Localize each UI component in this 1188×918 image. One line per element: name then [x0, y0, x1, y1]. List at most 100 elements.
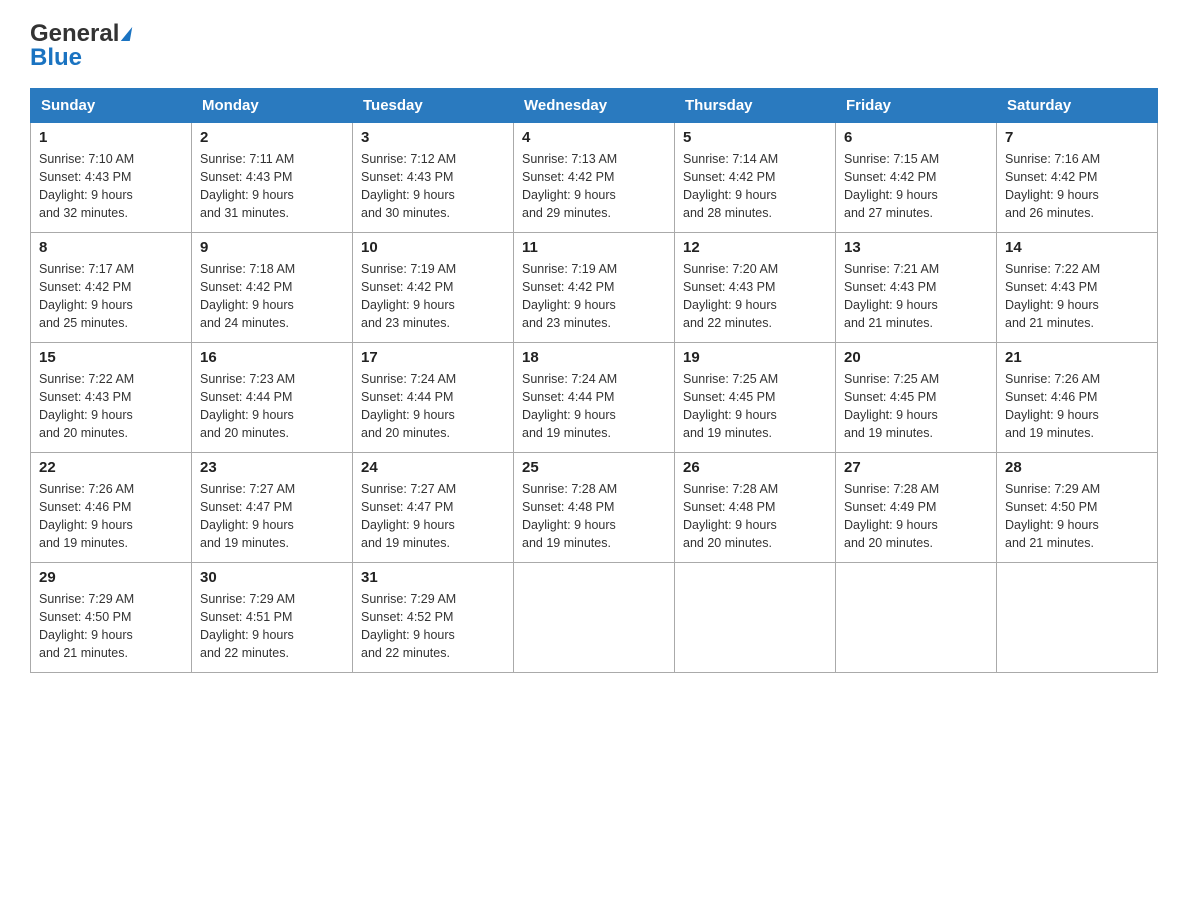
day-number: 5	[683, 129, 827, 146]
day-info: Sunrise: 7:11 AMSunset: 4:43 PMDaylight:…	[200, 150, 344, 223]
day-info: Sunrise: 7:13 AMSunset: 4:42 PMDaylight:…	[522, 150, 666, 223]
day-info: Sunrise: 7:19 AMSunset: 4:42 PMDaylight:…	[522, 260, 666, 333]
logo-triangle	[121, 27, 132, 41]
calendar-cell: 22 Sunrise: 7:26 AMSunset: 4:46 PMDayligh…	[31, 453, 192, 563]
week-row-4: 22 Sunrise: 7:26 AMSunset: 4:46 PMDayligh…	[31, 453, 1158, 563]
calendar-cell: 31 Sunrise: 7:29 AMSunset: 4:52 PMDayligh…	[353, 563, 514, 673]
week-row-1: 1Sunrise: 7:10 AMSunset: 4:43 PMDaylight…	[31, 123, 1158, 233]
day-number: 26	[683, 459, 827, 476]
day-info: Sunrise: 7:26 AMSunset: 4:46 PMDaylight:…	[39, 480, 183, 553]
day-info: Sunrise: 7:16 AMSunset: 4:42 PMDaylight:…	[1005, 150, 1149, 223]
day-info: Sunrise: 7:29 AMSunset: 4:52 PMDaylight:…	[361, 590, 505, 663]
day-number: 17	[361, 349, 505, 366]
day-number: 11	[522, 239, 666, 256]
day-number: 3	[361, 129, 505, 146]
day-number: 23	[200, 459, 344, 476]
calendar-cell: 21 Sunrise: 7:26 AMSunset: 4:46 PMDayligh…	[997, 343, 1158, 453]
col-header-saturday: Saturday	[997, 89, 1158, 123]
calendar-cell: 29 Sunrise: 7:29 AMSunset: 4:50 PMDayligh…	[31, 563, 192, 673]
calendar-cell: 28 Sunrise: 7:29 AMSunset: 4:50 PMDayligh…	[997, 453, 1158, 563]
day-number: 20	[844, 349, 988, 366]
calendar-cell	[836, 563, 997, 673]
day-info: Sunrise: 7:19 AMSunset: 4:42 PMDaylight:…	[361, 260, 505, 333]
day-info: Sunrise: 7:28 AMSunset: 4:48 PMDaylight:…	[522, 480, 666, 553]
day-number: 24	[361, 459, 505, 476]
calendar-cell	[675, 563, 836, 673]
calendar-cell: 30 Sunrise: 7:29 AMSunset: 4:51 PMDayligh…	[192, 563, 353, 673]
day-info: Sunrise: 7:24 AMSunset: 4:44 PMDaylight:…	[361, 370, 505, 443]
day-number: 19	[683, 349, 827, 366]
day-number: 21	[1005, 349, 1149, 366]
day-number: 12	[683, 239, 827, 256]
day-info: Sunrise: 7:27 AMSunset: 4:47 PMDaylight:…	[200, 480, 344, 553]
calendar-cell	[514, 563, 675, 673]
calendar-cell: 3 Sunrise: 7:12 AMSunset: 4:43 PMDaylight…	[353, 123, 514, 233]
day-info: Sunrise: 7:22 AMSunset: 4:43 PMDaylight:…	[39, 370, 183, 443]
calendar-cell: 24 Sunrise: 7:27 AMSunset: 4:47 PMDayligh…	[353, 453, 514, 563]
calendar-cell: 16 Sunrise: 7:23 AMSunset: 4:44 PMDayligh…	[192, 343, 353, 453]
calendar-cell: 11 Sunrise: 7:19 AMSunset: 4:42 PMDayligh…	[514, 233, 675, 343]
day-number: 1	[39, 129, 183, 146]
calendar-cell: 1Sunrise: 7:10 AMSunset: 4:43 PMDaylight…	[31, 123, 192, 233]
day-number: 25	[522, 459, 666, 476]
calendar-table: SundayMondayTuesdayWednesdayThursdayFrid…	[30, 88, 1158, 673]
day-info: Sunrise: 7:12 AMSunset: 4:43 PMDaylight:…	[361, 150, 505, 223]
day-info: Sunrise: 7:27 AMSunset: 4:47 PMDaylight:…	[361, 480, 505, 553]
day-number: 30	[200, 569, 344, 586]
day-number: 4	[522, 129, 666, 146]
day-number: 7	[1005, 129, 1149, 146]
calendar-cell: 7 Sunrise: 7:16 AMSunset: 4:42 PMDaylight…	[997, 123, 1158, 233]
calendar-cell: 17 Sunrise: 7:24 AMSunset: 4:44 PMDayligh…	[353, 343, 514, 453]
calendar-cell: 5 Sunrise: 7:14 AMSunset: 4:42 PMDaylight…	[675, 123, 836, 233]
day-number: 10	[361, 239, 505, 256]
week-row-5: 29 Sunrise: 7:29 AMSunset: 4:50 PMDayligh…	[31, 563, 1158, 673]
calendar-cell: 14Sunrise: 7:22 AMSunset: 4:43 PMDayligh…	[997, 233, 1158, 343]
col-header-tuesday: Tuesday	[353, 89, 514, 123]
logo-blue-text: Blue	[30, 44, 82, 72]
day-info: Sunrise: 7:21 AMSunset: 4:43 PMDaylight:…	[844, 260, 988, 333]
day-info: Sunrise: 7:29 AMSunset: 4:51 PMDaylight:…	[200, 590, 344, 663]
day-number: 22	[39, 459, 183, 476]
day-number: 31	[361, 569, 505, 586]
day-info: Sunrise: 7:29 AMSunset: 4:50 PMDaylight:…	[39, 590, 183, 663]
day-info: Sunrise: 7:28 AMSunset: 4:49 PMDaylight:…	[844, 480, 988, 553]
page-header: General Blue	[30, 20, 1158, 72]
calendar-header-row: SundayMondayTuesdayWednesdayThursdayFrid…	[31, 89, 1158, 123]
day-info: Sunrise: 7:23 AMSunset: 4:44 PMDaylight:…	[200, 370, 344, 443]
day-number: 29	[39, 569, 183, 586]
day-info: Sunrise: 7:26 AMSunset: 4:46 PMDaylight:…	[1005, 370, 1149, 443]
day-number: 15	[39, 349, 183, 366]
day-info: Sunrise: 7:14 AMSunset: 4:42 PMDaylight:…	[683, 150, 827, 223]
day-number: 13	[844, 239, 988, 256]
week-row-2: 8 Sunrise: 7:17 AMSunset: 4:42 PMDaylight…	[31, 233, 1158, 343]
calendar-cell: 26Sunrise: 7:28 AMSunset: 4:48 PMDayligh…	[675, 453, 836, 563]
col-header-friday: Friday	[836, 89, 997, 123]
day-info: Sunrise: 7:25 AMSunset: 4:45 PMDaylight:…	[683, 370, 827, 443]
calendar-cell	[997, 563, 1158, 673]
day-number: 2	[200, 129, 344, 146]
calendar-cell: 18Sunrise: 7:24 AMSunset: 4:44 PMDayligh…	[514, 343, 675, 453]
day-number: 28	[1005, 459, 1149, 476]
day-info: Sunrise: 7:25 AMSunset: 4:45 PMDaylight:…	[844, 370, 988, 443]
calendar-cell: 27Sunrise: 7:28 AMSunset: 4:49 PMDayligh…	[836, 453, 997, 563]
calendar-cell: 4 Sunrise: 7:13 AMSunset: 4:42 PMDaylight…	[514, 123, 675, 233]
day-info: Sunrise: 7:17 AMSunset: 4:42 PMDaylight:…	[39, 260, 183, 333]
day-info: Sunrise: 7:15 AMSunset: 4:42 PMDaylight:…	[844, 150, 988, 223]
week-row-3: 15 Sunrise: 7:22 AMSunset: 4:43 PMDayligh…	[31, 343, 1158, 453]
calendar-cell: 23 Sunrise: 7:27 AMSunset: 4:47 PMDayligh…	[192, 453, 353, 563]
day-number: 18	[522, 349, 666, 366]
calendar-cell: 12Sunrise: 7:20 AMSunset: 4:43 PMDayligh…	[675, 233, 836, 343]
day-number: 6	[844, 129, 988, 146]
day-info: Sunrise: 7:22 AMSunset: 4:43 PMDaylight:…	[1005, 260, 1149, 333]
calendar-cell: 15 Sunrise: 7:22 AMSunset: 4:43 PMDayligh…	[31, 343, 192, 453]
day-number: 16	[200, 349, 344, 366]
calendar-cell: 25 Sunrise: 7:28 AMSunset: 4:48 PMDayligh…	[514, 453, 675, 563]
logo: General Blue	[30, 20, 131, 72]
day-number: 9	[200, 239, 344, 256]
day-info: Sunrise: 7:29 AMSunset: 4:50 PMDaylight:…	[1005, 480, 1149, 553]
col-header-monday: Monday	[192, 89, 353, 123]
calendar-cell: 9 Sunrise: 7:18 AMSunset: 4:42 PMDaylight…	[192, 233, 353, 343]
day-info: Sunrise: 7:18 AMSunset: 4:42 PMDaylight:…	[200, 260, 344, 333]
calendar-cell: 13 Sunrise: 7:21 AMSunset: 4:43 PMDayligh…	[836, 233, 997, 343]
day-number: 8	[39, 239, 183, 256]
